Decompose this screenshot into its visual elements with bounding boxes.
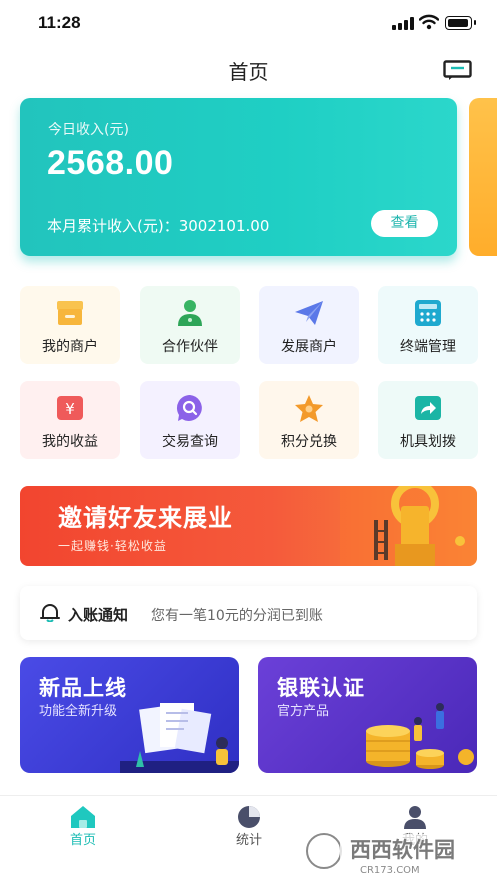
month-income-label: 本月累计收入(元)：3002101.00	[47, 217, 270, 235]
grid-item-my-earnings[interactable]: ¥ 我的收益	[20, 381, 120, 459]
grid-item-my-merchants[interactable]: 我的商户	[20, 286, 120, 364]
share-icon	[415, 396, 441, 420]
svg-text:CR173.COM: CR173.COM	[360, 865, 420, 876]
invite-banner[interactable]: 邀请好友来展业 一起赚钱·轻松收益	[20, 486, 477, 566]
grid-label: 积分兑换	[281, 434, 337, 450]
grid-item-transaction-query[interactable]: 交易查询	[140, 381, 240, 459]
tab-label: 首页	[69, 833, 96, 848]
status-bar: 11:28	[0, 0, 497, 44]
page-title: 首页	[228, 60, 269, 84]
grid-label: 终端管理	[400, 339, 456, 355]
income-card[interactable]: 今日收入(元) 2568.00 本月累计收入(元)：3002101.00 查看	[20, 98, 457, 256]
promo-subtitle: 官方产品	[277, 704, 330, 719]
promo-title: 银联认证	[277, 676, 365, 700]
partner-icon	[178, 300, 202, 326]
coin-tower-illustration	[340, 486, 477, 566]
battery-icon	[445, 16, 476, 30]
income-notice[interactable]: 入账通知 您有一笔10元的分润已到账	[20, 586, 477, 640]
today-income-label: 今日收入(元)	[48, 122, 129, 138]
wifi-icon	[419, 14, 439, 30]
message-icon[interactable]	[443, 60, 472, 81]
grid-label: 合作伙伴	[162, 339, 218, 355]
star-icon	[295, 395, 323, 422]
next-card-peek[interactable]	[469, 98, 497, 256]
yen-icon: ¥	[57, 396, 83, 420]
coins-illustration	[366, 703, 474, 769]
grid-label: 我的商户	[42, 339, 98, 355]
status-time: 11:28	[38, 13, 81, 32]
grid-item-terminal-management[interactable]: 终端管理	[378, 286, 478, 364]
grid-label: 机具划拨	[400, 434, 456, 450]
bell-icon	[40, 604, 60, 622]
notice-text: 您有一笔10元的分润已到账	[151, 608, 323, 624]
terminal-icon	[415, 300, 441, 326]
promo-title: 新品上线	[39, 676, 127, 700]
promo-card-new-product[interactable]: 新品上线 功能全新升级	[20, 657, 239, 773]
pie-chart-icon	[238, 806, 260, 828]
search-chat-icon	[176, 394, 202, 421]
promo-subtitle: 功能全新升级	[39, 704, 118, 719]
paper-plane-icon	[295, 301, 323, 325]
grid-item-points-exchange[interactable]: 积分兑换	[259, 381, 359, 459]
grid-item-device-transfer[interactable]: 机具划拨	[378, 381, 478, 459]
store-icon	[57, 301, 83, 325]
svg-text:西西软件园: 西西软件园	[350, 838, 455, 862]
grid-label: 交易查询	[162, 434, 218, 450]
grid-item-develop-merchants[interactable]: 发展商户	[259, 286, 359, 364]
home-icon	[71, 806, 95, 828]
banner-subtitle: 一起赚钱·轻松收益	[58, 539, 167, 553]
tab-home[interactable]: 首页	[0, 796, 166, 856]
banner-title: 邀请好友来展业	[58, 504, 233, 532]
site-watermark-logo: 西西软件园 CR173.COM	[304, 831, 480, 876]
view-button[interactable]: 查看	[371, 210, 438, 237]
svg-text:¥: ¥	[65, 400, 75, 418]
documents-illustration	[120, 703, 239, 773]
grid-label: 我的收益	[42, 434, 98, 450]
today-income-amount: 2568.00	[47, 144, 174, 182]
signal-icon	[392, 17, 414, 30]
grid-label: 发展商户	[281, 339, 337, 355]
promo-card-unionpay[interactable]: 银联认证 官方产品	[258, 657, 477, 773]
carousel-indicator	[281, 559, 333, 566]
notice-title: 入账通知	[68, 606, 129, 624]
grid-item-partners[interactable]: 合作伙伴	[140, 286, 240, 364]
